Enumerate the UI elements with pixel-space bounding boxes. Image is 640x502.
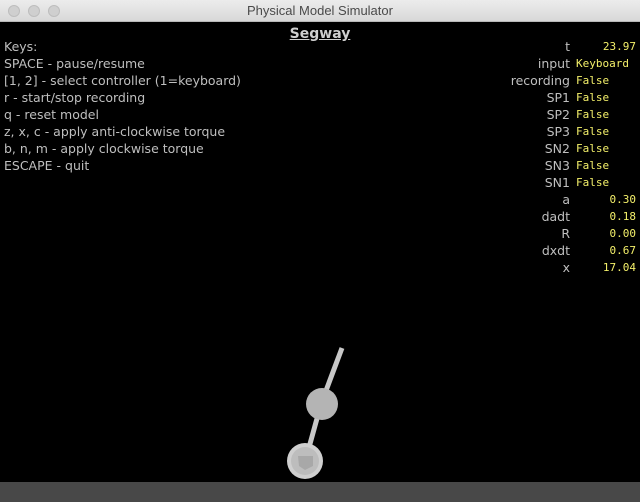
segway-body-mass (306, 388, 338, 420)
window-titlebar: Physical Model Simulator (0, 0, 640, 22)
simulation-canvas[interactable]: Segway Keys: SPACE - pause/resume [1, 2]… (0, 22, 640, 502)
ground-floor (0, 482, 640, 502)
segway-model-drawing (0, 347, 640, 502)
window-title: Physical Model Simulator (247, 3, 393, 18)
